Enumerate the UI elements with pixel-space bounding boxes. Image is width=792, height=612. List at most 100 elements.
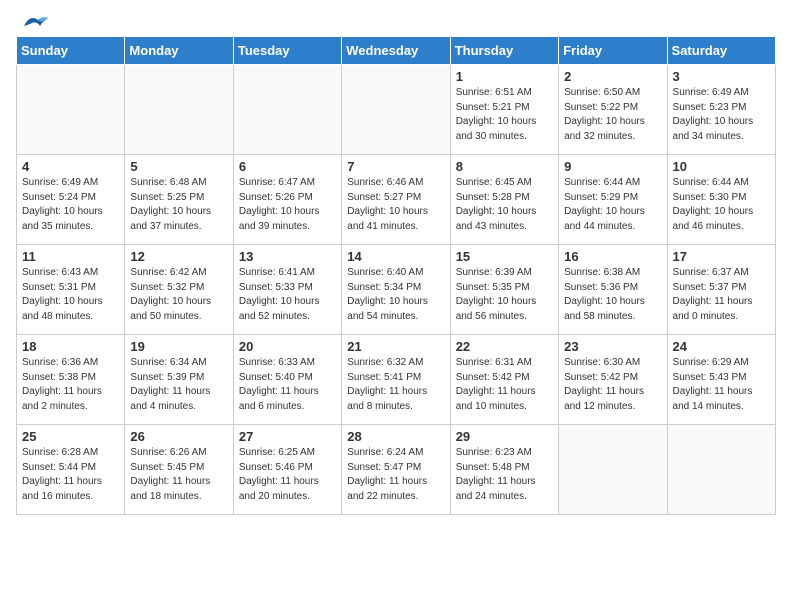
day-number: 17 <box>673 249 770 264</box>
calendar-cell: 19 Sunrise: 6:34 AM Sunset: 5:39 PM Dayli… <box>125 335 233 425</box>
calendar-cell <box>559 425 667 515</box>
calendar-cell: 13 Sunrise: 6:41 AM Sunset: 5:33 PM Dayli… <box>233 245 341 335</box>
day-number: 7 <box>347 159 444 174</box>
calendar-cell: 28 Sunrise: 6:24 AM Sunset: 5:47 PM Dayli… <box>342 425 450 515</box>
day-number: 26 <box>130 429 227 444</box>
day-number: 10 <box>673 159 770 174</box>
day-number: 19 <box>130 339 227 354</box>
day-of-week-tuesday: Tuesday <box>233 37 341 65</box>
calendar-cell: 15 Sunrise: 6:39 AM Sunset: 5:35 PM Dayli… <box>450 245 558 335</box>
day-info: Sunrise: 6:44 AM Sunset: 5:30 PM Dayligh… <box>673 176 770 234</box>
calendar-cell <box>125 65 233 155</box>
calendar-cell: 18 Sunrise: 6:36 AM Sunset: 5:38 PM Dayli… <box>17 335 125 425</box>
calendar-cell: 21 Sunrise: 6:32 AM Sunset: 5:41 PM Dayli… <box>342 335 450 425</box>
calendar-cell: 9 Sunrise: 6:44 AM Sunset: 5:29 PM Daylig… <box>559 155 667 245</box>
day-info: Sunrise: 6:36 AM Sunset: 5:38 PM Dayligh… <box>22 356 119 414</box>
day-info: Sunrise: 6:38 AM Sunset: 5:36 PM Dayligh… <box>564 266 661 324</box>
day-number: 8 <box>456 159 553 174</box>
day-info: Sunrise: 6:39 AM Sunset: 5:35 PM Dayligh… <box>456 266 553 324</box>
calendar-cell: 14 Sunrise: 6:40 AM Sunset: 5:34 PM Dayli… <box>342 245 450 335</box>
day-number: 23 <box>564 339 661 354</box>
day-info: Sunrise: 6:34 AM Sunset: 5:39 PM Dayligh… <box>130 356 227 414</box>
day-number: 9 <box>564 159 661 174</box>
day-info: Sunrise: 6:26 AM Sunset: 5:45 PM Dayligh… <box>130 446 227 504</box>
calendar-cell: 5 Sunrise: 6:48 AM Sunset: 5:25 PM Daylig… <box>125 155 233 245</box>
day-of-week-saturday: Saturday <box>667 37 775 65</box>
day-info: Sunrise: 6:25 AM Sunset: 5:46 PM Dayligh… <box>239 446 336 504</box>
day-info: Sunrise: 6:37 AM Sunset: 5:37 PM Dayligh… <box>673 266 770 324</box>
day-number: 3 <box>673 69 770 84</box>
day-info: Sunrise: 6:44 AM Sunset: 5:29 PM Dayligh… <box>564 176 661 234</box>
calendar-cell: 8 Sunrise: 6:45 AM Sunset: 5:28 PM Daylig… <box>450 155 558 245</box>
day-info: Sunrise: 6:40 AM Sunset: 5:34 PM Dayligh… <box>347 266 444 324</box>
day-number: 15 <box>456 249 553 264</box>
day-info: Sunrise: 6:32 AM Sunset: 5:41 PM Dayligh… <box>347 356 444 414</box>
calendar-cell <box>342 65 450 155</box>
day-info: Sunrise: 6:48 AM Sunset: 5:25 PM Dayligh… <box>130 176 227 234</box>
calendar-cell: 26 Sunrise: 6:26 AM Sunset: 5:45 PM Dayli… <box>125 425 233 515</box>
calendar-cell: 3 Sunrise: 6:49 AM Sunset: 5:23 PM Daylig… <box>667 65 775 155</box>
day-info: Sunrise: 6:47 AM Sunset: 5:26 PM Dayligh… <box>239 176 336 234</box>
day-number: 21 <box>347 339 444 354</box>
logo <box>16 16 50 28</box>
calendar-cell: 22 Sunrise: 6:31 AM Sunset: 5:42 PM Dayli… <box>450 335 558 425</box>
day-info: Sunrise: 6:42 AM Sunset: 5:32 PM Dayligh… <box>130 266 227 324</box>
day-info: Sunrise: 6:45 AM Sunset: 5:28 PM Dayligh… <box>456 176 553 234</box>
calendar-cell: 25 Sunrise: 6:28 AM Sunset: 5:44 PM Dayli… <box>17 425 125 515</box>
day-number: 6 <box>239 159 336 174</box>
day-info: Sunrise: 6:49 AM Sunset: 5:24 PM Dayligh… <box>22 176 119 234</box>
day-number: 5 <box>130 159 227 174</box>
calendar-cell <box>233 65 341 155</box>
calendar-cell: 10 Sunrise: 6:44 AM Sunset: 5:30 PM Dayli… <box>667 155 775 245</box>
calendar-cell: 12 Sunrise: 6:42 AM Sunset: 5:32 PM Dayli… <box>125 245 233 335</box>
day-info: Sunrise: 6:49 AM Sunset: 5:23 PM Dayligh… <box>673 86 770 144</box>
calendar-cell: 1 Sunrise: 6:51 AM Sunset: 5:21 PM Daylig… <box>450 65 558 155</box>
day-number: 25 <box>22 429 119 444</box>
calendar-cell: 29 Sunrise: 6:23 AM Sunset: 5:48 PM Dayli… <box>450 425 558 515</box>
day-number: 27 <box>239 429 336 444</box>
calendar-cell: 24 Sunrise: 6:29 AM Sunset: 5:43 PM Dayli… <box>667 335 775 425</box>
day-info: Sunrise: 6:41 AM Sunset: 5:33 PM Dayligh… <box>239 266 336 324</box>
calendar-cell: 2 Sunrise: 6:50 AM Sunset: 5:22 PM Daylig… <box>559 65 667 155</box>
day-info: Sunrise: 6:43 AM Sunset: 5:31 PM Dayligh… <box>22 266 119 324</box>
calendar-cell: 17 Sunrise: 6:37 AM Sunset: 5:37 PM Dayli… <box>667 245 775 335</box>
day-number: 12 <box>130 249 227 264</box>
day-of-week-monday: Monday <box>125 37 233 65</box>
day-number: 14 <box>347 249 444 264</box>
day-info: Sunrise: 6:28 AM Sunset: 5:44 PM Dayligh… <box>22 446 119 504</box>
calendar-cell: 6 Sunrise: 6:47 AM Sunset: 5:26 PM Daylig… <box>233 155 341 245</box>
day-number: 20 <box>239 339 336 354</box>
day-of-week-wednesday: Wednesday <box>342 37 450 65</box>
day-info: Sunrise: 6:29 AM Sunset: 5:43 PM Dayligh… <box>673 356 770 414</box>
calendar-cell: 20 Sunrise: 6:33 AM Sunset: 5:40 PM Dayli… <box>233 335 341 425</box>
day-info: Sunrise: 6:50 AM Sunset: 5:22 PM Dayligh… <box>564 86 661 144</box>
day-info: Sunrise: 6:33 AM Sunset: 5:40 PM Dayligh… <box>239 356 336 414</box>
day-of-week-thursday: Thursday <box>450 37 558 65</box>
day-info: Sunrise: 6:51 AM Sunset: 5:21 PM Dayligh… <box>456 86 553 144</box>
calendar-cell: 16 Sunrise: 6:38 AM Sunset: 5:36 PM Dayli… <box>559 245 667 335</box>
day-number: 11 <box>22 249 119 264</box>
day-number: 13 <box>239 249 336 264</box>
day-of-week-sunday: Sunday <box>17 37 125 65</box>
day-number: 2 <box>564 69 661 84</box>
calendar-cell <box>17 65 125 155</box>
day-number: 4 <box>22 159 119 174</box>
day-number: 29 <box>456 429 553 444</box>
day-info: Sunrise: 6:24 AM Sunset: 5:47 PM Dayligh… <box>347 446 444 504</box>
day-info: Sunrise: 6:31 AM Sunset: 5:42 PM Dayligh… <box>456 356 553 414</box>
day-number: 1 <box>456 69 553 84</box>
calendar-cell: 4 Sunrise: 6:49 AM Sunset: 5:24 PM Daylig… <box>17 155 125 245</box>
calendar-table: SundayMondayTuesdayWednesdayThursdayFrid… <box>16 36 776 515</box>
calendar-cell <box>667 425 775 515</box>
calendar-cell: 27 Sunrise: 6:25 AM Sunset: 5:46 PM Dayli… <box>233 425 341 515</box>
day-number: 28 <box>347 429 444 444</box>
day-info: Sunrise: 6:30 AM Sunset: 5:42 PM Dayligh… <box>564 356 661 414</box>
day-number: 18 <box>22 339 119 354</box>
calendar-cell: 7Sunrise: 6:46 AM Sunset: 5:27 PM Daylig… <box>342 155 450 245</box>
day-info: Sunrise: 6:23 AM Sunset: 5:48 PM Dayligh… <box>456 446 553 504</box>
day-number: 22 <box>456 339 553 354</box>
logo-bird-icon <box>18 12 50 34</box>
day-number: 24 <box>673 339 770 354</box>
day-number: 16 <box>564 249 661 264</box>
calendar-cell: 23 Sunrise: 6:30 AM Sunset: 5:42 PM Dayli… <box>559 335 667 425</box>
